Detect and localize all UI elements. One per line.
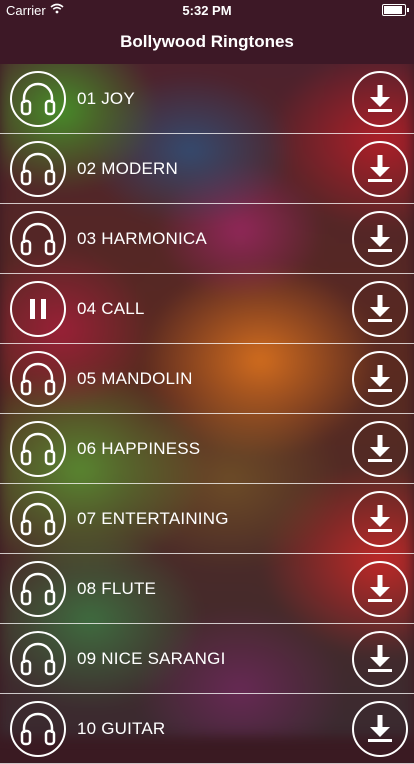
ringtone-row[interactable]: 03 HARMONICA bbox=[0, 204, 414, 274]
download-icon[interactable] bbox=[352, 631, 408, 687]
headphones-icon[interactable] bbox=[10, 421, 66, 477]
headphones-icon[interactable] bbox=[10, 491, 66, 547]
ringtone-label: 07 ENTERTAINING bbox=[77, 509, 229, 528]
ringtone-row[interactable]: 10 GUITAR bbox=[0, 694, 414, 764]
download-icon[interactable] bbox=[352, 421, 408, 477]
headphones-icon[interactable] bbox=[10, 561, 66, 617]
ringtone-list: 01 JOY 02 MODERN 03 HARMONICA 04 CALL 05 MAN… bbox=[0, 64, 414, 764]
ringtone-label: 08 FLUTE bbox=[77, 579, 157, 598]
pause-icon[interactable] bbox=[10, 281, 66, 337]
ringtone-label: 06 HAPPINESS bbox=[77, 439, 201, 458]
status-bar: Carrier 5:32 PM bbox=[0, 0, 414, 20]
ringtone-label: 09 NICE SARANGI bbox=[77, 649, 226, 668]
navigation-bar: Bollywood Ringtones bbox=[0, 20, 414, 64]
download-icon[interactable] bbox=[352, 71, 408, 127]
ringtone-label: 03 HARMONICA bbox=[77, 229, 207, 248]
headphones-icon[interactable] bbox=[10, 211, 66, 267]
download-icon[interactable] bbox=[352, 351, 408, 407]
clock: 5:32 PM bbox=[182, 3, 232, 18]
headphones-icon[interactable] bbox=[10, 631, 66, 687]
ringtone-row[interactable]: 01 JOY bbox=[0, 64, 414, 134]
ringtone-label: 01 JOY bbox=[77, 89, 135, 108]
download-icon[interactable] bbox=[352, 491, 408, 547]
ringtone-row[interactable]: 09 NICE SARANGI bbox=[0, 624, 414, 694]
headphones-icon[interactable] bbox=[10, 701, 66, 757]
ringtone-row[interactable]: 06 HAPPINESS bbox=[0, 414, 414, 484]
ringtone-row[interactable]: 08 FLUTE bbox=[0, 554, 414, 624]
battery-icon bbox=[382, 4, 409, 16]
ringtone-label: 02 MODERN bbox=[77, 159, 178, 178]
download-icon[interactable] bbox=[352, 561, 408, 617]
download-icon[interactable] bbox=[352, 281, 408, 337]
ringtone-row[interactable]: 02 MODERN bbox=[0, 134, 414, 204]
ringtone-row[interactable]: 07 ENTERTAINING bbox=[0, 484, 414, 554]
page-title: Bollywood Ringtones bbox=[120, 32, 294, 51]
download-icon[interactable] bbox=[352, 211, 408, 267]
headphones-icon[interactable] bbox=[10, 71, 66, 127]
ringtone-row[interactable]: 05 MANDOLIN bbox=[0, 344, 414, 414]
headphones-icon[interactable] bbox=[10, 141, 66, 197]
ringtone-label: 05 MANDOLIN bbox=[77, 369, 193, 388]
ringtone-row[interactable]: 04 CALL bbox=[0, 274, 414, 344]
download-icon[interactable] bbox=[352, 141, 408, 197]
ringtone-label: 04 CALL bbox=[77, 299, 145, 318]
ringtone-label: 10 GUITAR bbox=[77, 719, 166, 738]
download-icon[interactable] bbox=[352, 701, 408, 757]
headphones-icon[interactable] bbox=[10, 351, 66, 407]
